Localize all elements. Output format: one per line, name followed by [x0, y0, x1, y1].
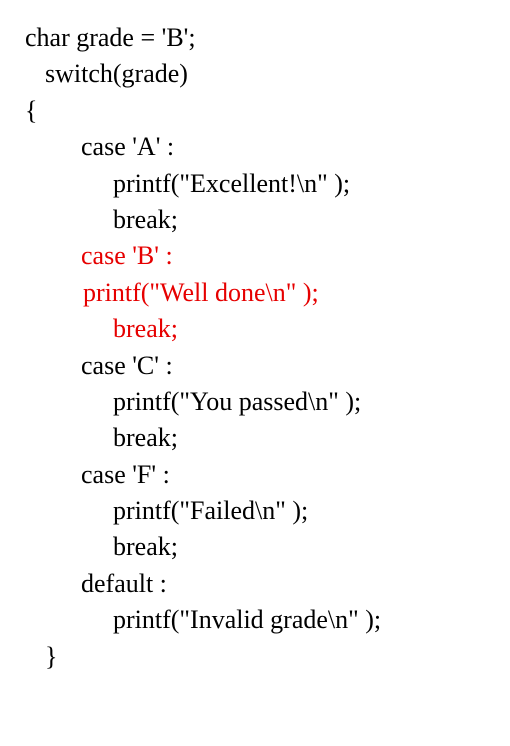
code-line-5: printf("Excellent!\n" );	[25, 166, 490, 202]
code-line-8-highlighted: printf("Well done\n" );	[25, 275, 490, 311]
code-line-15: break;	[25, 529, 490, 565]
code-line-13: case 'F' :	[25, 457, 490, 493]
code-line-10: case 'C' :	[25, 348, 490, 384]
code-line-2: switch(grade)	[25, 56, 490, 92]
code-line-7-highlighted: case 'B' :	[25, 238, 490, 274]
code-line-4: case 'A' :	[25, 129, 490, 165]
code-line-6: break;	[25, 202, 490, 238]
code-line-12: break;	[25, 420, 490, 456]
code-line-3: {	[25, 93, 490, 129]
code-line-14: printf("Failed\n" );	[25, 493, 490, 529]
code-line-11: printf("You passed\n" );	[25, 384, 490, 420]
code-block: char grade = 'B'; switch(grade) { case '…	[25, 20, 490, 675]
code-line-9-highlighted: break;	[25, 311, 490, 347]
code-line-17: printf("Invalid grade\n" );	[25, 602, 490, 638]
code-line-1: char grade = 'B';	[25, 20, 490, 56]
code-line-16: default :	[25, 566, 490, 602]
code-line-18: }	[25, 639, 490, 675]
